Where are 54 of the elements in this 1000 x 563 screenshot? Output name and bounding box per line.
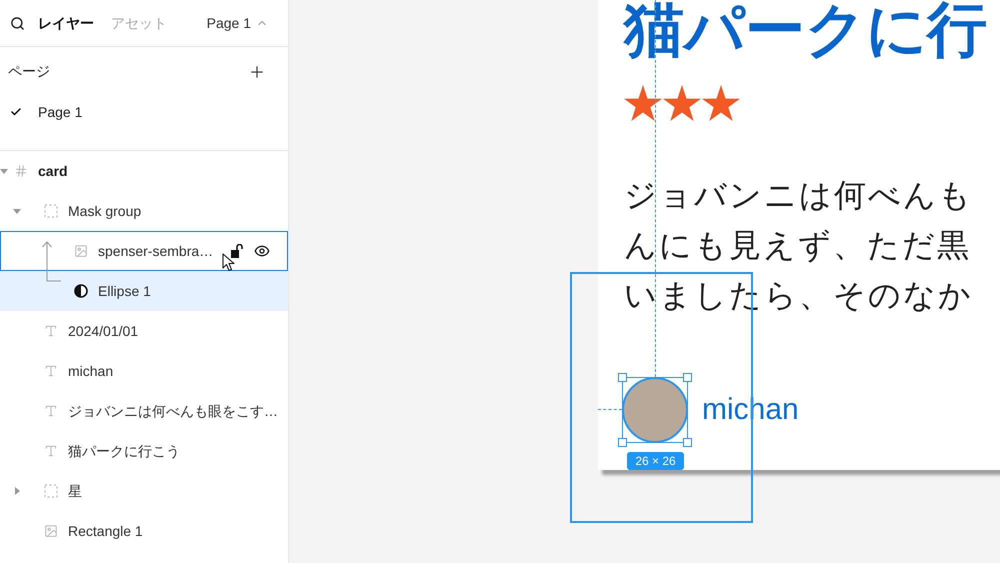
eye-icon[interactable] [254, 243, 270, 259]
panel-tab[interactable]: レイヤー [38, 12, 94, 34]
search-icon[interactable] [10, 16, 25, 30]
hash-icon [14, 164, 28, 178]
layer-row[interactable]: 猫パークに行こう [0, 431, 288, 471]
layer-row[interactable]: 2024/01/01 [0, 311, 288, 351]
layer-name: 2024/01/01 [68, 322, 138, 340]
layer-row[interactable]: Mask group [0, 191, 288, 231]
layer-name: Rectangle 1 [68, 522, 143, 541]
layer-row[interactable]: spenser-sembra… [0, 231, 288, 271]
layer-row[interactable]: Rectangle 1 [0, 511, 288, 551]
layer-row[interactable]: ジョバンニは何べんも眼をこす… [0, 391, 288, 431]
image-icon [44, 524, 58, 538]
layer-name: 猫パークに行こう [68, 442, 180, 460]
text-icon [44, 364, 58, 378]
body-text-line: んにも見えず、ただ黒 [624, 226, 971, 265]
layer-row[interactable]: Ellipse 1 [0, 271, 288, 311]
dashed-square-icon [44, 484, 58, 498]
size-label: 26 × 26 [627, 452, 684, 470]
layer-row[interactable]: card [0, 151, 288, 191]
layer-name: 星 [68, 482, 82, 500]
unlock-icon[interactable] [231, 244, 243, 258]
text-icon [44, 324, 58, 338]
star-icon [663, 85, 701, 121]
layer-name: Mask group [68, 202, 142, 221]
caret-down-icon[interactable] [13, 207, 21, 215]
page-item[interactable]: Page 1 [38, 102, 82, 122]
star-icon [624, 85, 662, 121]
caret-down-icon[interactable] [0, 167, 8, 175]
image-icon [74, 244, 88, 258]
page-switcher[interactable]: Page 1 [206, 12, 268, 34]
dashed-square-icon [44, 204, 58, 218]
resize-handle[interactable] [683, 373, 692, 382]
star-icon [702, 85, 740, 121]
layer-row[interactable]: 星 [0, 471, 288, 511]
resize-handle[interactable] [618, 438, 627, 447]
layer-name: michan [68, 362, 114, 380]
alignment-guide [598, 409, 622, 410]
card-title: 猫パークに行 [624, 0, 987, 60]
text-icon [44, 444, 58, 458]
resize-handle[interactable] [618, 373, 627, 382]
photo-placeholder [622, 377, 688, 443]
section-title: ページ [8, 62, 50, 81]
layer-name: card [38, 162, 68, 180]
resize-handle[interactable] [683, 438, 692, 447]
half-circle-icon [74, 284, 88, 298]
caret-right-icon[interactable] [13, 487, 21, 495]
layer-name: Ellipse 1 [98, 282, 151, 301]
layer-name: ジョバンニは何べんも眼をこす… [68, 402, 278, 420]
body-text-line: ジョバンニは何べんも [624, 176, 973, 215]
text-icon [44, 404, 58, 418]
layer-name: spenser-sembra… [98, 242, 214, 261]
layer-row[interactable]: michan [0, 351, 288, 391]
mouse-cursor-icon [222, 253, 235, 272]
